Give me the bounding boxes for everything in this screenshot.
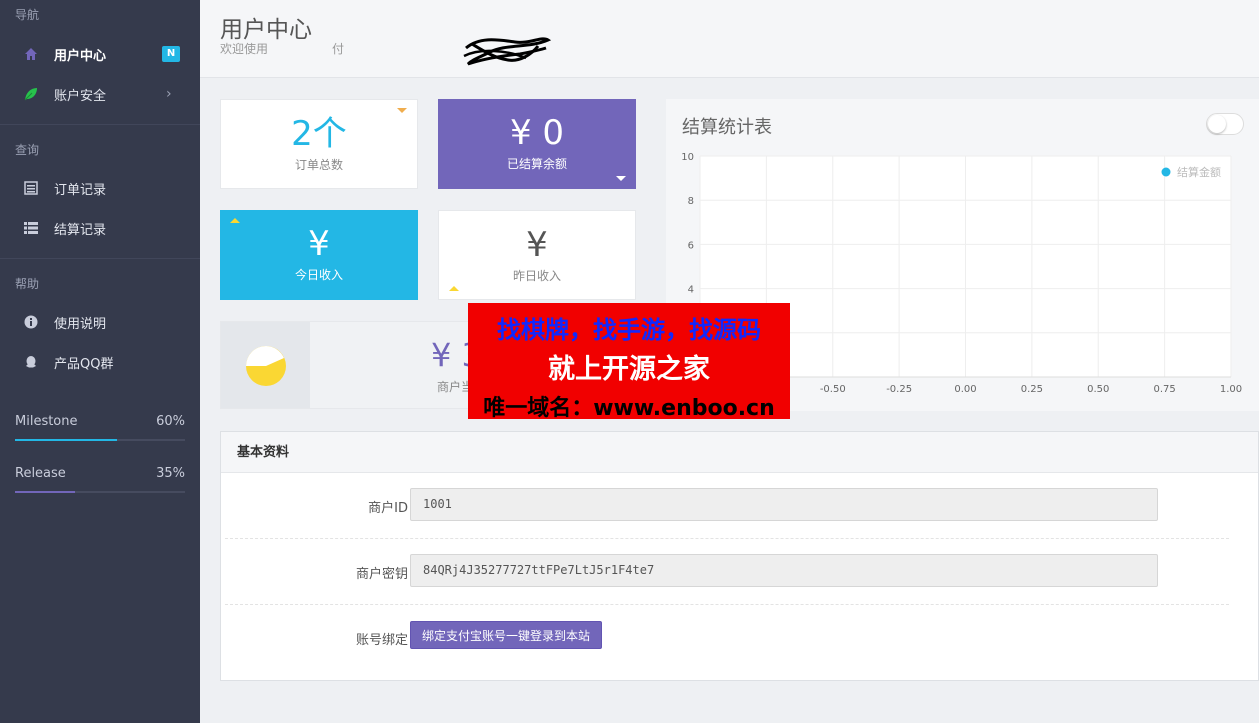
progress-label: Milestone <box>15 414 78 429</box>
settled-balance-tile: ¥ 0 已结算余额 <box>438 99 636 189</box>
merchant-id-field[interactable]: 1001 <box>410 488 1158 521</box>
x-tick-label: 0.00 <box>954 384 976 395</box>
progress-track <box>15 439 185 441</box>
info-circle-icon <box>22 313 40 331</box>
sidebar-item-account-security[interactable]: 账户安全 › <box>0 74 200 114</box>
sidebar-divider <box>0 124 200 125</box>
toggle-knob <box>1208 115 1226 133</box>
progress-fill <box>15 491 75 493</box>
ad-line-3: 唯一域名：www.enboo.cn <box>483 396 775 421</box>
progress-track <box>15 491 185 493</box>
pie-icon-box <box>221 322 310 408</box>
page-subtitle: 欢迎使用 付 <box>220 40 344 57</box>
progress-fill <box>15 439 117 441</box>
y-tick-label: 8 <box>688 196 694 207</box>
x-tick-label: 1.00 <box>1220 384 1242 395</box>
sidebar-item-label: 账户安全 <box>54 88 107 104</box>
merchant-key-field[interactable]: 84QRj4J35277727ttFPe7LtJ5r1F4te7 <box>410 554 1158 587</box>
x-tick-label: 0.25 <box>1021 384 1043 395</box>
release-progress: Release 35% <box>15 466 185 493</box>
settled-balance-label: 已结算余额 <box>506 157 567 171</box>
account-bind-label: 账号绑定 <box>355 633 408 648</box>
row-divider <box>225 604 1229 605</box>
y-tick-label: 6 <box>688 240 694 251</box>
page-header: 用户中心 欢迎使用 付 <box>200 0 1259 78</box>
progress-percent: 60% <box>156 414 185 429</box>
profile-panel: 基本资料 商户ID 1001 商户密钥 84QRj4J35277727ttFPe… <box>220 431 1259 681</box>
leaf-icon <box>22 85 40 103</box>
sidebar-section-query: 查询 <box>15 143 40 157</box>
sidebar-item-user-center[interactable]: 用户中心 N <box>0 34 200 74</box>
sidebar-item-order-records[interactable]: 订单记录 <box>0 168 200 208</box>
today-income-label: 今日收入 <box>294 268 343 282</box>
x-tick-label: -0.25 <box>886 384 912 395</box>
sidebar-section-nav: 导航 <box>15 8 40 22</box>
profile-panel-title: 基本资料 <box>221 432 1258 473</box>
y-tick-label: 10 <box>681 152 694 163</box>
sidebar-section-help: 帮助 <box>15 277 40 291</box>
chart-title: 结算统计表 <box>682 117 772 138</box>
y-tick-label: 4 <box>688 285 694 296</box>
ad-banner[interactable]: 找棋牌，找手游，找源码 就上开源之家 唯一域名：www.enboo.cn <box>468 303 790 421</box>
row-divider <box>225 538 1229 539</box>
yesterday-income-label: 昨日收入 <box>512 269 561 283</box>
chart-toggle-switch[interactable] <box>1206 113 1244 135</box>
ad-line-1: 找棋牌，找手游，找源码 <box>497 316 761 344</box>
triangle-down-icon <box>397 108 407 113</box>
sidebar-item-label: 订单记录 <box>54 182 107 198</box>
welcome-text: 欢迎使用 <box>220 42 269 56</box>
progress-label: Release <box>15 466 66 481</box>
sidebar-item-label: 使用说明 <box>54 316 107 332</box>
legend-marker <box>1161 167 1171 177</box>
page-title: 用户中心 <box>220 17 312 43</box>
sidebar-item-usage-guide[interactable]: 使用说明 <box>0 302 200 342</box>
sidebar-item-label: 结算记录 <box>54 222 107 238</box>
subtitle-tail: 付 <box>332 42 345 56</box>
legend-label: 结算金额 <box>1177 165 1221 179</box>
bind-alipay-button[interactable]: 绑定支付宝账号一键登录到本站 <box>410 621 603 649</box>
new-badge: N <box>162 46 180 62</box>
merchant-key-label: 商户密钥 <box>355 567 408 582</box>
pie-chart-icon <box>246 346 286 386</box>
triangle-up-icon <box>449 286 459 291</box>
ad-line-2: 就上开源之家 <box>548 354 710 385</box>
home-icon <box>22 45 40 63</box>
today-income-tile: ¥ 今日收入 <box>220 210 418 300</box>
order-total-value: 2个 <box>291 114 347 154</box>
x-tick-label: 0.75 <box>1153 384 1175 395</box>
merchant-id-label: 商户ID <box>368 501 408 516</box>
yesterday-income-value: ¥ <box>526 225 548 265</box>
list-alt-icon <box>22 179 40 197</box>
order-total-label: 订单总数 <box>294 158 343 172</box>
chevron-right-icon: › <box>166 86 172 102</box>
sidebar-item-settlement-records[interactable]: 结算记录 <box>0 208 200 248</box>
triangle-up-icon <box>230 218 240 223</box>
sidebar-item-label: 用户中心 <box>54 48 107 64</box>
th-list-icon <box>22 219 40 237</box>
triangle-down-icon <box>616 176 626 181</box>
today-income-value: ¥ <box>308 224 330 264</box>
sidebar-divider <box>0 258 200 259</box>
settled-balance-value: ¥ 0 <box>509 113 565 153</box>
milestone-progress: Milestone 60% <box>15 414 185 441</box>
sidebar-item-label: 产品QQ群 <box>54 356 114 372</box>
order-total-tile: 2个 订单总数 <box>220 99 418 189</box>
x-tick-label: -0.50 <box>820 384 846 395</box>
yesterday-income-tile: ¥ 昨日收入 <box>438 210 636 300</box>
x-tick-label: 0.50 <box>1087 384 1109 395</box>
redaction-scribble <box>463 37 552 66</box>
sidebar: 导航 用户中心 N 账户安全 › 查询 订单记录 结算记录 帮助 使用说明 产品… <box>0 0 200 723</box>
sidebar-item-qq-group[interactable]: 产品QQ群 <box>0 342 200 382</box>
progress-percent: 35% <box>156 466 185 481</box>
qq-icon <box>22 353 40 371</box>
